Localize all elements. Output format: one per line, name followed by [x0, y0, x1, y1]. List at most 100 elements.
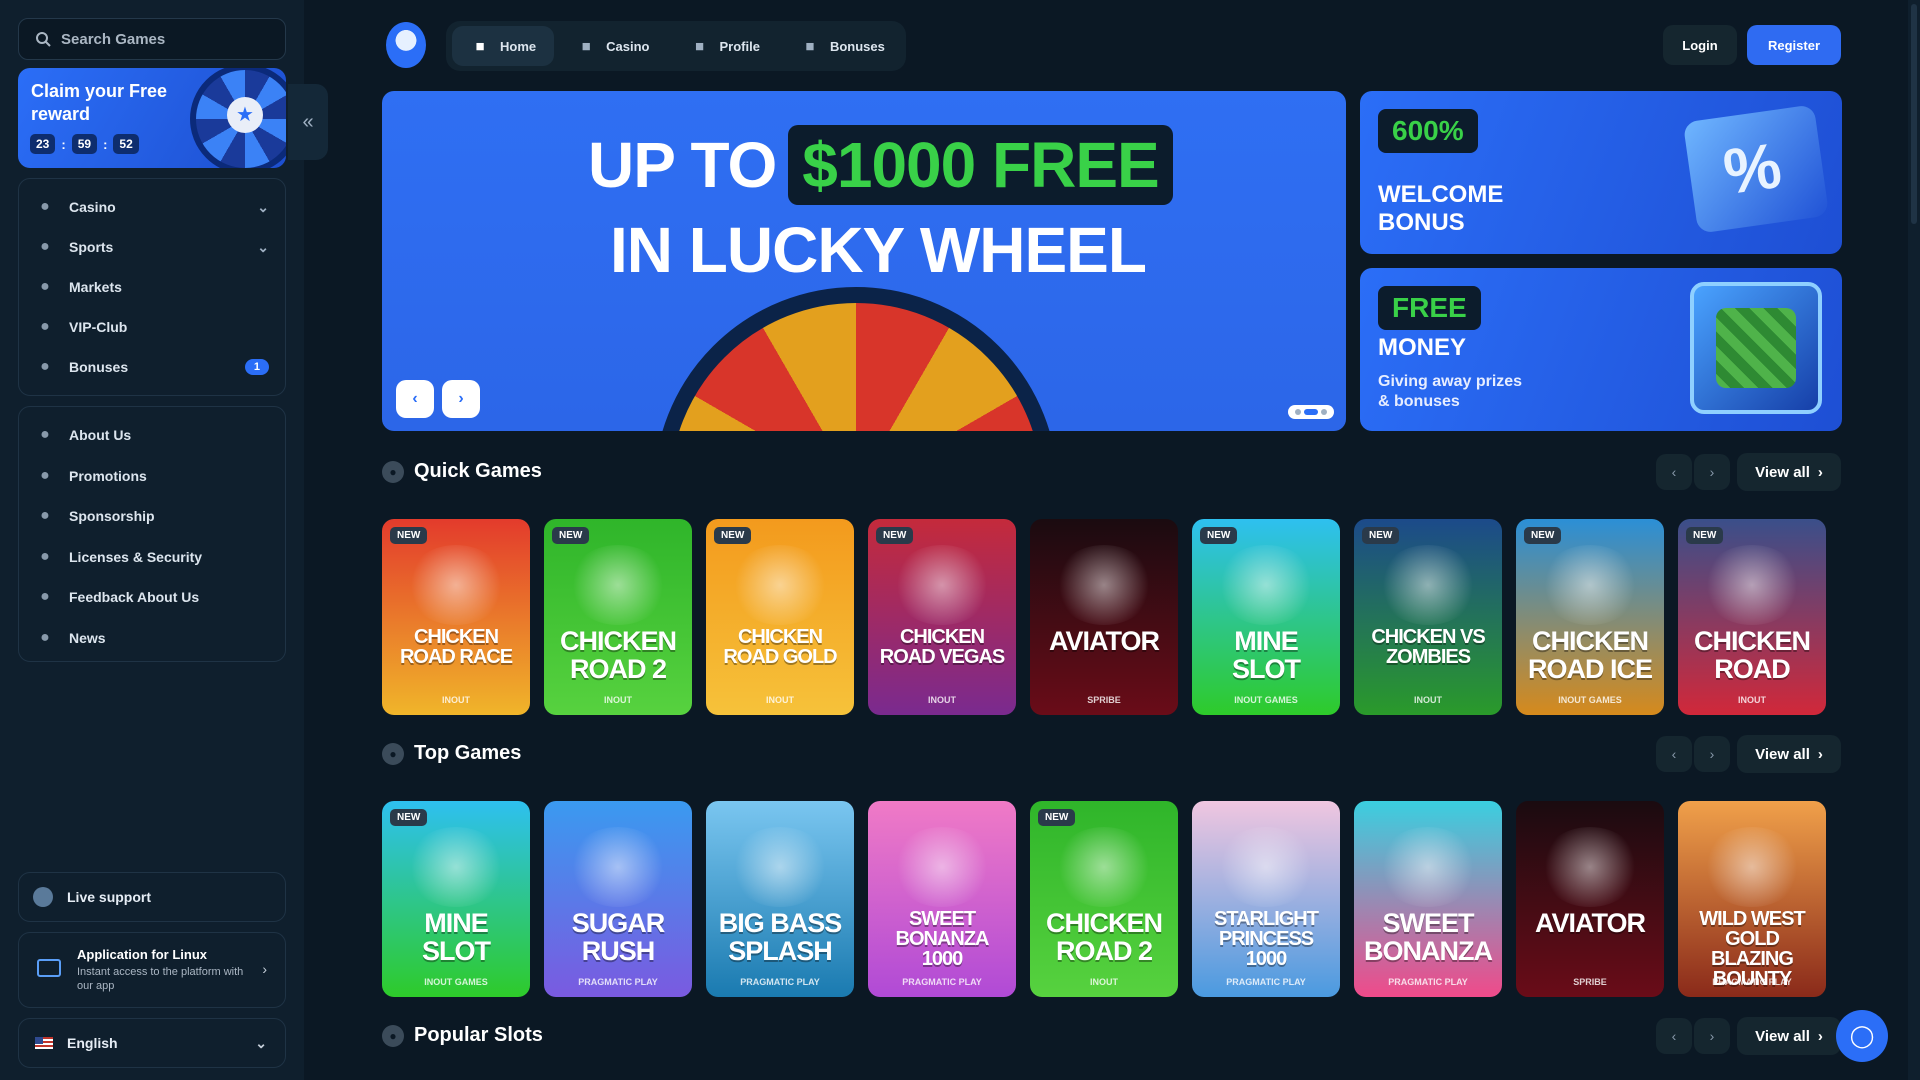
game-card[interactable]: SUGAR RUSH PRAGMATIC PLAY	[544, 801, 692, 997]
view-all-button[interactable]: View all ›	[1737, 1017, 1841, 1055]
sidebar-item-licenses-security[interactable]: ● Licenses & Security	[35, 545, 271, 569]
game-card[interactable]: NEW CHICKEN ROAD GOLD INOUT	[706, 519, 854, 715]
game-artwork	[1540, 545, 1640, 625]
sidebar-item-sponsorship[interactable]: ● Sponsorship	[35, 504, 271, 528]
sidebar-item-about-us[interactable]: ● About Us	[35, 423, 271, 447]
sidebar-item-feedback-about-us[interactable]: ● Feedback About Us	[35, 585, 271, 609]
sidebar-item-sports[interactable]: ● Sports ⌄	[35, 235, 271, 259]
section-prev-button[interactable]: ‹	[1656, 1018, 1692, 1054]
new-badge: NEW	[1686, 527, 1724, 544]
section-next-button[interactable]: ›	[1694, 736, 1730, 772]
game-card[interactable]: BIG BASS SPLASH PRAGMATIC PLAY	[706, 801, 854, 997]
sidebar-item-label: About Us	[69, 427, 132, 443]
live-support-button[interactable]: Live support	[18, 872, 286, 922]
game-card[interactable]: AVIATOR SPRIBE	[1030, 519, 1178, 715]
game-provider: PRAGMATIC PLAY	[1712, 977, 1792, 987]
tab-label: Home	[500, 38, 537, 54]
hero-prev-button[interactable]: ‹	[396, 380, 434, 418]
carousel-dots[interactable]	[1288, 405, 1334, 419]
game-name: CHICKEN ROAD 2	[1045, 908, 1163, 966]
carousel-dot-active[interactable]	[1304, 409, 1318, 415]
hero-next-button[interactable]: ›	[442, 380, 480, 418]
sidebar-item-label: Markets	[69, 279, 122, 295]
carousel-dot[interactable]	[1295, 409, 1301, 415]
section-prev-button[interactable]: ‹	[1656, 736, 1692, 772]
game-card[interactable]: WILD WEST GOLD BLAZING BOUNTY PRAGMATIC P…	[1678, 801, 1826, 997]
game-artwork	[730, 827, 830, 907]
site-logo[interactable]	[386, 22, 426, 68]
sidebar-item-news[interactable]: ● News	[35, 626, 271, 650]
game-artwork	[1054, 827, 1154, 907]
flame-icon: ●	[382, 742, 404, 765]
section-title-label: Top Games	[414, 742, 522, 764]
casino-chip-icon: ■	[581, 37, 591, 55]
game-card[interactable]: NEW CHICKEN ROAD INOUT	[1678, 519, 1826, 715]
timer-minutes: 59	[71, 134, 98, 154]
sidebar-item-promotions[interactable]: ● Promotions	[35, 464, 271, 488]
sidebar-item-bonuses[interactable]: ● Bonuses 1	[35, 355, 271, 379]
game-provider: INOUT GAMES	[1558, 695, 1622, 705]
notification-badge: 1	[244, 359, 269, 375]
chat-button[interactable]: ◯	[1836, 1010, 1888, 1062]
tab-label: Casino	[606, 38, 650, 54]
game-card[interactable]: NEW CHICKEN ROAD ICE INOUT GAMES	[1516, 519, 1664, 715]
login-button[interactable]: Login	[1663, 25, 1737, 65]
sidebar-item-markets[interactable]: ● Markets	[35, 275, 271, 299]
app-title: Application for Linux	[77, 947, 207, 962]
hero-banner[interactable]: UP TO $1000 FREE IN LUCKY WHEEL ‹ ›	[382, 91, 1346, 431]
promo-subtitle: Giving away prizes & bonuses	[1378, 373, 1523, 410]
game-card[interactable]: SWEET BONANZA PRAGMATIC PLAY	[1354, 801, 1502, 997]
casino-chip-icon: ●	[40, 198, 50, 215]
game-name: SUGAR RUSH	[571, 908, 666, 966]
game-card[interactable]: NEW CHICKEN ROAD 2 INOUT	[544, 519, 692, 715]
search-box[interactable]	[18, 18, 286, 60]
game-name: CHICKEN ROAD RACE	[399, 626, 513, 668]
section-next-button[interactable]: ›	[1694, 454, 1730, 490]
game-card[interactable]: AVIATOR SPRIBE	[1516, 801, 1664, 997]
section-next-button[interactable]: ›	[1694, 1018, 1730, 1054]
section-prev-button[interactable]: ‹	[1656, 454, 1692, 490]
sidebar-item-casino[interactable]: ● Casino ⌄	[35, 195, 271, 219]
game-card[interactable]: NEW CHICKEN ROAD 2 INOUT	[1030, 801, 1178, 997]
register-button[interactable]: Register	[1747, 25, 1841, 65]
sidebar-item-label: News	[69, 629, 106, 646]
app-download-card[interactable]: Application for Linux Instant access to …	[18, 932, 286, 1008]
sidebar: Claim your Free reward 23: 59: 52 ● Casin…	[0, 0, 304, 1080]
sidebar-item-vip-club[interactable]: ● VIP-Club	[35, 315, 271, 339]
game-artwork	[1216, 545, 1316, 625]
game-card[interactable]: NEW MINE SLOT INOUT GAMES	[382, 801, 530, 997]
chevron-down-icon: ⌄	[257, 238, 269, 255]
game-artwork	[1378, 827, 1478, 907]
view-all-button[interactable]: View all ›	[1737, 453, 1841, 491]
claim-reward-banner[interactable]: Claim your Free reward 23: 59: 52	[18, 68, 286, 168]
view-all-button[interactable]: View all ›	[1737, 735, 1841, 773]
game-name: AVIATOR	[1534, 908, 1646, 938]
top-tabs: ■ Home ■ Casino ■ Profile ■ Bonuses	[446, 21, 906, 71]
game-artwork	[730, 545, 830, 625]
search-input[interactable]	[61, 30, 281, 48]
promo-title: MONEY	[1378, 334, 1467, 361]
tab-profile[interactable]: ■ Profile	[671, 26, 777, 66]
scrollbar-thumb[interactable]	[1911, 4, 1917, 224]
game-card[interactable]: NEW MINE SLOT INOUT GAMES	[1192, 519, 1340, 715]
game-card[interactable]: STARLIGHT PRINCESS 1000 PRAGMATIC PLAY	[1192, 801, 1340, 997]
game-provider: PRAGMATIC PLAY	[740, 977, 820, 987]
tab-home[interactable]: ■ Home	[452, 26, 555, 66]
game-card[interactable]: NEW CHICKEN ROAD RACE INOUT	[382, 519, 530, 715]
page-scrollbar[interactable]	[1908, 0, 1920, 1080]
language-selector[interactable]: English ⌄	[18, 1018, 286, 1068]
welcome-bonus-card[interactable]: 600% WELCOME BONUS	[1360, 91, 1842, 254]
sidebar-item-label: Bonuses	[69, 359, 129, 375]
free-money-card[interactable]: FREE MONEY Giving away prizes & bonuses	[1360, 268, 1842, 431]
collapse-sidebar-button[interactable]: «	[288, 84, 328, 160]
game-card[interactable]: SWEET BONANZA 1000 PRAGMATIC PLAY	[868, 801, 1016, 997]
wheel-icon	[190, 68, 286, 168]
tab-bonuses[interactable]: ■ Bonuses	[782, 26, 903, 66]
game-card[interactable]: NEW CHICKEN ROAD VEGAS INOUT	[868, 519, 1016, 715]
tab-casino[interactable]: ■ Casino	[558, 26, 667, 66]
carousel-dot[interactable]	[1321, 409, 1327, 415]
game-artwork	[1702, 827, 1802, 907]
section-title-label: Quick Games	[414, 460, 542, 482]
game-name: CHICKEN ROAD 2	[559, 626, 677, 684]
game-card[interactable]: NEW CHICKEN VS ZOMBIES INOUT	[1354, 519, 1502, 715]
